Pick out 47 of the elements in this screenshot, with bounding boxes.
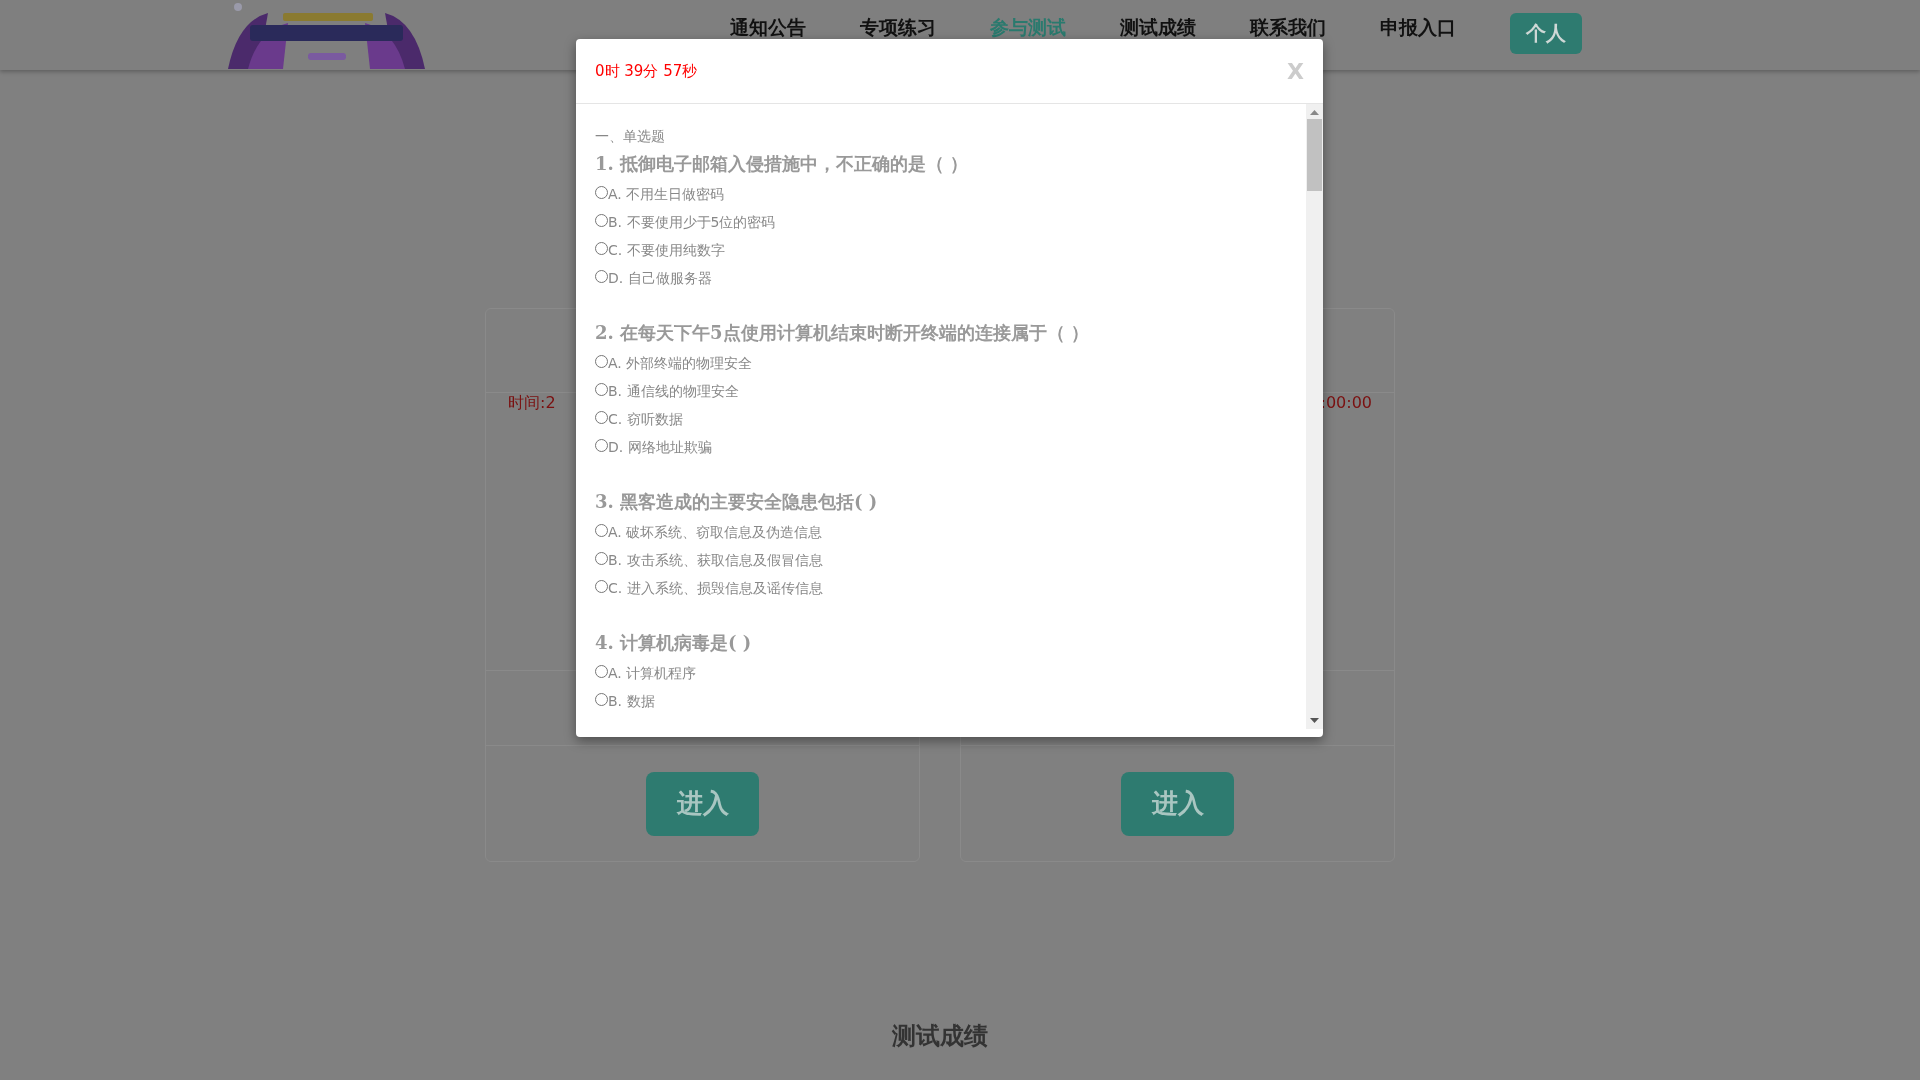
exam-time: :00:00 (1320, 393, 1372, 412)
section-title: 测试成绩 (892, 1021, 988, 1052)
radio-button[interactable] (595, 664, 608, 678)
radio-button[interactable] (595, 692, 608, 706)
nav-link[interactable]: 申报入口 (1380, 15, 1456, 38)
radio-button[interactable] (595, 382, 608, 396)
radio-button[interactable] (595, 523, 608, 537)
scroll-up-icon[interactable] (1310, 110, 1319, 115)
section-heading: 一、单选题 (595, 127, 666, 146)
answer-option[interactable]: C. 窃听数据 (595, 406, 1287, 434)
exam-time: 时间:2 (508, 393, 556, 414)
scroll-thumb[interactable] (1307, 119, 1322, 191)
answer-option[interactable]: A. 计算机程序 (595, 660, 1287, 688)
radio-button[interactable] (595, 410, 608, 424)
scrollbar[interactable] (1306, 104, 1323, 729)
answer-option[interactable]: B. 通信线的物理安全 (595, 378, 1287, 406)
question-title: 2. 在每天下午5点使用计算机结束时断开终端的连接属于（ ） (595, 321, 1090, 345)
question-title: 1. 抵御电子邮箱入侵措施中，不正确的是（ ） (595, 152, 970, 176)
question-title: 3. 黑客造成的主要安全隐患包括( ) (595, 490, 879, 514)
answer-option[interactable]: A. 不用生日做密码 (595, 181, 1287, 209)
radio-button[interactable] (595, 241, 608, 255)
enter-button[interactable]: 进入 (646, 771, 759, 836)
radio-button[interactable] (595, 354, 608, 368)
answer-option[interactable]: A. 外部终端的物理安全 (595, 350, 1287, 378)
answer-option[interactable]: D. 网络地址欺骗 (595, 434, 1287, 462)
nav-link[interactable]: 通知公告 (730, 15, 806, 38)
answer-option[interactable]: D. 自己做服务器 (595, 265, 1287, 293)
answer-option[interactable]: B. 不要使用少于5位的密码 (595, 209, 1287, 237)
countdown-timer: 0时 39分 57秒 (595, 61, 698, 81)
answer-option[interactable]: C. 进入系统、损毁信息及谣传信息 (595, 575, 1287, 603)
radio-button[interactable] (595, 185, 608, 199)
answer-option[interactable]: C. 不要使用纯数字 (595, 237, 1287, 265)
answer-option[interactable]: B. 数据 (595, 688, 1287, 716)
radio-button[interactable] (595, 551, 608, 565)
radio-button[interactable] (595, 213, 608, 227)
radio-button[interactable] (595, 269, 608, 283)
nav-link[interactable]: 专项练习 (860, 15, 936, 38)
nav-link[interactable]: 联系我们 (1250, 15, 1326, 38)
answer-option[interactable]: A. 破坏系统、窃取信息及伪造信息 (595, 519, 1287, 547)
enter-button[interactable]: 进入 (1121, 771, 1234, 836)
radio-button[interactable] (595, 579, 608, 593)
scroll-down-icon[interactable] (1310, 718, 1319, 723)
nav-link[interactable]: 测试成绩 (1120, 15, 1196, 38)
question-title: 4. 计算机病毒是( ) (595, 631, 753, 655)
radio-button[interactable] (595, 438, 608, 452)
answer-option[interactable]: B. 攻击系统、获取信息及假冒信息 (595, 547, 1287, 575)
profile-button[interactable]: 个人 (1510, 12, 1582, 54)
